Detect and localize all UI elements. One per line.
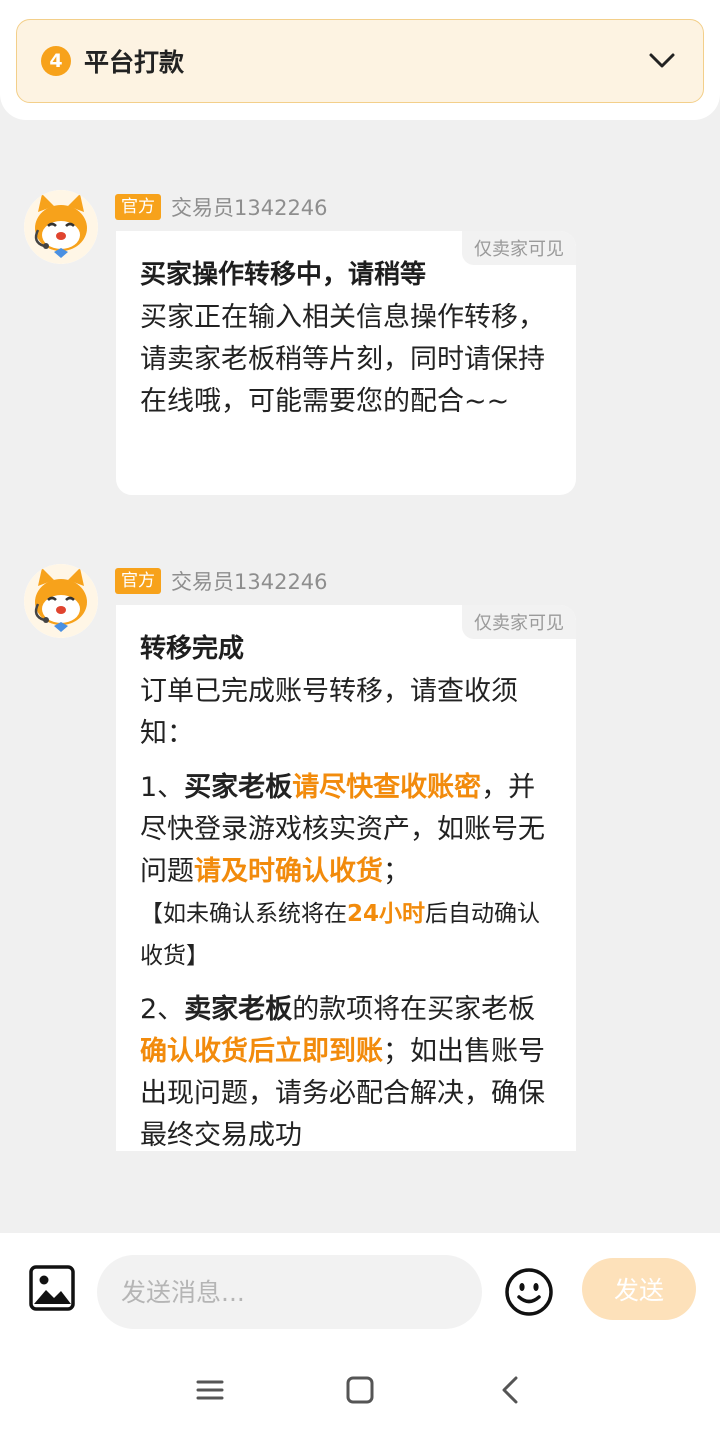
item-highlight: 确认收货后立即到账 — [140, 1036, 383, 1067]
step-card[interactable]: 4 平台打款 — [16, 19, 704, 103]
back-icon[interactable] — [496, 1375, 526, 1405]
notice-item-2: 2、卖家老板的款项将在买家老板确认收货后立即到账；如出售账号出现问题，请务必配合… — [140, 989, 552, 1151]
input-bar: 发送 — [0, 1233, 720, 1345]
step-title: 平台打款 — [84, 48, 185, 77]
notice-item-1-note: 【如未确认系统将在24小时后自动确认收货】 — [140, 893, 552, 977]
step-number: 4 — [41, 46, 71, 76]
item-prefix: 1、 — [140, 772, 185, 803]
emoji-icon[interactable] — [504, 1267, 554, 1317]
notice-item-1: 1、买家老板请尽快查收账密，并尽快登录游戏核实资产，如账号无问题请及时确认收货； — [140, 767, 552, 893]
item-bold: 买家老板 — [184, 772, 293, 803]
visibility-tag: 仅卖家可见 — [462, 605, 576, 639]
chevron-down-icon[interactable] — [645, 44, 679, 78]
message-intro: 订单已完成账号转移，请查收须知： — [140, 676, 518, 749]
message-meta: 官方 交易员1342246 — [115, 566, 328, 596]
cat-mascot-icon — [24, 190, 98, 264]
item-bold: 卖家老板 — [184, 994, 293, 1025]
official-tag: 官方 — [115, 194, 161, 220]
send-button[interactable]: 发送 — [582, 1258, 696, 1320]
message-body: 买家正在输入相关信息操作转移，请卖家老板稍等片刻，同时请保持在线哦，可能需要您的… — [140, 302, 545, 417]
home-icon[interactable] — [345, 1375, 375, 1405]
note-highlight: 24小时 — [347, 901, 426, 927]
avatar[interactable] — [24, 564, 98, 638]
avatar[interactable] — [24, 190, 98, 264]
item-prefix: 2、 — [140, 994, 185, 1025]
visibility-tag: 仅卖家可见 — [462, 231, 576, 265]
item-text: 的款项将在买家老板 — [292, 994, 536, 1025]
message-bubble: 仅卖家可见 转移完成 订单已完成账号转移，请查收须知： 1、买家老板请尽快查收账… — [116, 605, 576, 1151]
message-input[interactable] — [97, 1255, 482, 1329]
menu-icon[interactable] — [195, 1375, 225, 1405]
cat-mascot-icon — [24, 564, 98, 638]
official-tag: 官方 — [115, 568, 161, 594]
item-highlight: 请尽快查收账密 — [292, 772, 482, 803]
sender-name: 交易员1342246 — [171, 196, 328, 220]
item-highlight: 请及时确认收货 — [194, 856, 383, 887]
item-text: ； — [383, 856, 410, 887]
sender-name: 交易员1342246 — [171, 570, 328, 594]
step-header: 4 平台打款 — [0, 0, 720, 120]
note-text: 【如未确认系统将在 — [140, 901, 347, 927]
message-bubble: 仅卖家可见 买家操作转移中，请稍等 买家正在输入相关信息操作转移，请卖家老板稍等… — [116, 231, 576, 495]
message-meta: 官方 交易员1342246 — [115, 192, 328, 222]
image-icon[interactable] — [28, 1264, 76, 1312]
system-nav-bar — [0, 1345, 720, 1435]
